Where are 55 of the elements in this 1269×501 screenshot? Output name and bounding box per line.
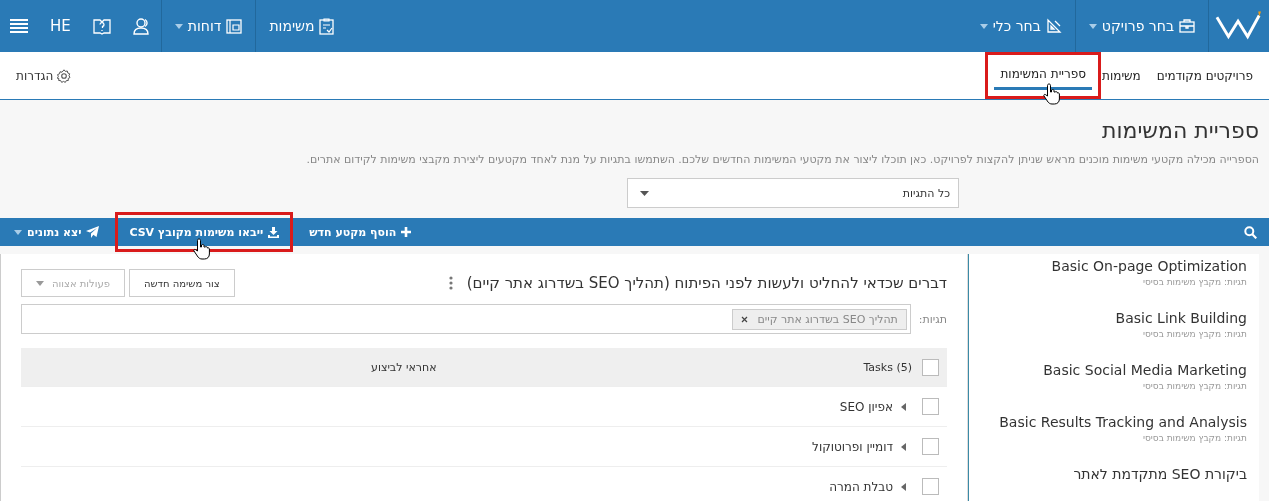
toolbar-button[interactable]: ייבאו משימות מקובץ CSV — [121, 218, 288, 246]
checkbox[interactable] — [922, 398, 939, 415]
menu-icon[interactable] — [10, 19, 28, 33]
export-button[interactable]: יצא נתונים — [6, 218, 108, 246]
checkbox[interactable] — [922, 478, 939, 495]
expand-arrow-icon[interactable] — [901, 442, 906, 451]
library-item-tags: תגיות: מקבץ משימות בסיסי — [969, 329, 1247, 339]
clipboard-check-icon — [319, 17, 335, 35]
library-item-title[interactable]: Basic Results Tracking and Analysis — [969, 414, 1247, 430]
page-description: הספרייה מכילה מקטעי משימות מוכנים מראש שניתן להקצות לפרויקט. כאן תוכלו ליצור את מקטעי המשימות החדשים שלכם. השתמשו בתגיות על מנת לאחד מקטעים ליצירת מקבצי משימות לקידום אתרים. — [305, 153, 1259, 166]
tags-label: תגיות: — [918, 312, 947, 326]
caret-icon — [640, 190, 649, 196]
search-icon[interactable] — [1244, 225, 1257, 239]
close-icon[interactable] — [740, 315, 748, 323]
library-item-tags: תגיות: מקבץ משימות בסיסי — [969, 433, 1247, 443]
expand-arrow-icon[interactable] — [901, 482, 906, 491]
tag-filter-dropdown[interactable]: כל התגיות — [627, 178, 959, 208]
library-item-title[interactable]: ביקורת SEO מתקדמת לאתר — [969, 466, 1247, 482]
download-icon — [268, 226, 280, 238]
paper-plane-icon — [86, 226, 100, 238]
settings-icon — [57, 68, 72, 83]
library-item-tags: תגיות: מקבץ משימות בסיסי — [969, 381, 1247, 391]
nav-tab[interactable]: משימות — [1096, 62, 1147, 89]
library-item-tags: תגיות: מקבץ משימות בסיסי — [969, 277, 1247, 287]
library-item-title[interactable]: Basic Social Media Marketing — [969, 362, 1247, 378]
caret-icon — [14, 229, 22, 235]
nav-menu[interactable]: בחר כלי — [966, 0, 1075, 52]
checkbox[interactable] — [922, 438, 939, 455]
task-name[interactable]: אפיון SEO — [839, 399, 893, 414]
toolbar-button[interactable]: הוסף מקטע חדש — [301, 218, 420, 246]
library-item-title[interactable]: Basic Link Building — [969, 310, 1247, 326]
checkbox[interactable] — [922, 358, 939, 376]
caret-icon — [36, 280, 44, 286]
task-name[interactable]: טבלת המרה — [829, 479, 893, 494]
logo-icon — [1215, 11, 1263, 41]
expand-arrow-icon[interactable] — [901, 402, 906, 411]
report-icon — [226, 18, 243, 34]
nav-tab[interactable]: ספריית המשימות — [994, 61, 1093, 90]
column-header: Tasks (5) — [863, 360, 912, 374]
plus-icon — [401, 227, 412, 237]
ruler-pencil-icon — [1045, 18, 1062, 34]
users-icon[interactable] — [132, 17, 151, 35]
settings-link[interactable]: הגדרות — [10, 67, 78, 84]
task-name[interactable]: דומיין ופרוטוקול — [812, 439, 893, 454]
briefcase-icon — [1179, 19, 1195, 33]
new-task-button[interactable]: צור משימה חדשה — [129, 269, 235, 297]
tag-chip: תהליך SEO בשדרוג אתר קיים — [731, 308, 907, 330]
more-options-icon[interactable] — [448, 276, 453, 290]
column-header: אחראי לביצוע — [371, 360, 437, 374]
section-title: דברים שכדאי להחליט ולעשות לפני הפיתוח (תהליך SEO בשדרוג אתר קיים) — [466, 274, 947, 292]
help-icon[interactable] — [92, 17, 111, 35]
nav-tab[interactable]: פרויקטים מקודמים — [1150, 62, 1259, 89]
language-button[interactable]: HE — [50, 17, 71, 35]
library-item-title[interactable]: Basic On-page Optimization — [969, 258, 1247, 274]
page-title: ספריית המשימות — [1101, 118, 1259, 143]
